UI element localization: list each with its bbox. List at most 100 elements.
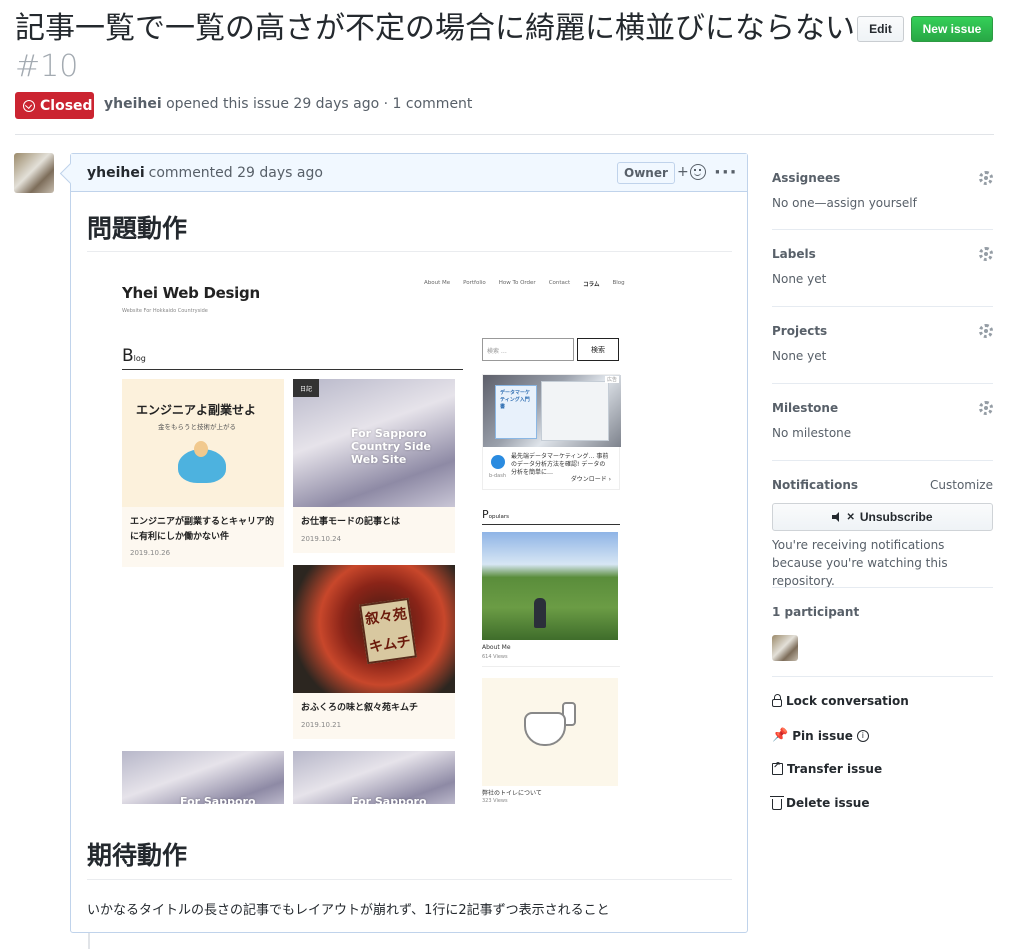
lock-conversation-button[interactable]: Lock conversation	[772, 694, 909, 708]
unsubscribe-label: Unsubscribe	[859, 510, 933, 524]
sidebar-notifications: Notifications Customize	[772, 478, 993, 492]
popular-views: 323 Views	[482, 798, 508, 804]
heading-rule	[87, 879, 732, 880]
toilet-illustration	[524, 712, 566, 746]
milestone-value: No milestone	[772, 426, 852, 440]
mute-icon	[832, 512, 844, 522]
projects-gear-icon[interactable]	[979, 324, 993, 338]
ad-image: データマーケティング入門書 広告	[483, 375, 621, 447]
comment-author-avatar[interactable]	[14, 153, 54, 193]
article-card: 日記 For Sapporo Country Side Web Site お仕事…	[293, 379, 455, 553]
article-card: エンジニアよ副業せよ 金をもらうと技術が上がる エンジニアが副業するとキャリア的…	[122, 379, 284, 567]
projects-value: None yet	[772, 349, 827, 363]
unsubscribe-button[interactable]: ✕ Unsubscribe	[772, 503, 993, 531]
ad-download: ダウンロード ›	[570, 476, 611, 483]
sidebar-divider	[772, 383, 993, 384]
blog-heading-rest: log	[133, 354, 146, 363]
issue-author-link[interactable]: yheihei	[104, 96, 162, 112]
participant-avatar[interactable]	[772, 635, 798, 661]
site-nav-item: About Me	[424, 280, 451, 286]
popular-caption: About Me	[482, 644, 511, 651]
article-thumbnail: 叙々苑 キムチ	[293, 565, 455, 693]
article-date: 2019.10.26	[130, 549, 171, 557]
article-card: For Sapporo	[122, 751, 284, 804]
comment-header: yheihei commented 29 days ago Owner + ··…	[71, 154, 747, 192]
site-nav-item: How To Order	[498, 280, 536, 286]
reaction-plus: +	[677, 164, 689, 180]
article-title: お仕事モードの記事とは	[301, 517, 401, 527]
comment-options-button[interactable]: ···	[714, 162, 738, 183]
article-thumbnail: 日記 For Sapporo Country Side Web Site	[293, 379, 455, 507]
edit-button[interactable]: Edit	[857, 16, 904, 42]
sidebar-assignees: Assignees No one—assign yourself	[772, 171, 993, 210]
add-reaction-button[interactable]: +	[677, 164, 706, 180]
projects-heading: Projects	[772, 324, 828, 338]
expected-text: いかなるタイトルの長さの記事でもレイアウトが崩れず、1行に2記事ずつ表示されるこ…	[87, 903, 610, 918]
sidebar-milestone: Milestone No milestone	[772, 401, 993, 440]
site-search-button: 検索	[577, 338, 619, 361]
milestone-heading: Milestone	[772, 401, 839, 415]
popular-thumbnail-hill	[482, 532, 618, 640]
thumbnail-subtext: 金をもらうと技術が上がる	[158, 423, 236, 431]
milestone-gear-icon[interactable]	[979, 401, 993, 415]
smiley-icon	[689, 164, 706, 180]
sidebar-divider	[772, 460, 993, 461]
populars-heading-initial: P	[482, 508, 489, 521]
transfer-issue-button[interactable]: Transfer issue	[772, 761, 882, 776]
sidebar-divider	[772, 587, 993, 588]
populars-heading: Populars	[482, 508, 509, 521]
info-icon[interactable]: i	[856, 729, 869, 742]
heading-expected: 期待動作	[87, 841, 188, 870]
thumbnail-text: 叙々苑 キムチ	[359, 597, 417, 665]
ad-tag: 広告	[604, 376, 619, 383]
thumbnail-text: For Sapporo	[180, 795, 256, 804]
notifications-reason: You're receiving notifications because y…	[772, 538, 948, 588]
popular-views: 614 Views	[482, 654, 508, 660]
issue-title: 記事一覧で一覧の高さが不定の場合に綺麗に横並びにならない #10	[15, 10, 855, 86]
article-date: 2019.10.21	[301, 721, 342, 729]
labels-value: None yet	[772, 272, 827, 286]
heading-problem: 問題動作	[87, 214, 188, 243]
populars-rule	[482, 524, 620, 525]
labels-heading: Labels	[772, 247, 816, 261]
site-nav-item: Contact	[548, 280, 571, 286]
article-date: 2019.10.24	[301, 535, 342, 543]
delete-issue-button[interactable]: Delete issue	[770, 795, 870, 810]
site-logo: Yhei Web Design	[122, 284, 260, 302]
site-search-input: 検索 …	[482, 338, 574, 361]
assignees-gear-icon[interactable]	[979, 171, 993, 185]
comment-author-link[interactable]: yheihei	[87, 165, 145, 181]
site-nav-item: Portfolio	[463, 280, 486, 286]
issue-number: #10	[15, 49, 79, 84]
mute-x-icon: ✕	[846, 511, 855, 523]
popular-thumbnail-toilet	[482, 678, 618, 786]
delete-issue-label: Delete issue	[786, 796, 870, 810]
ad-book: データマーケティング入門書	[495, 385, 537, 439]
article-thumbnail: For Sapporo	[122, 751, 284, 804]
category-tag: 日記	[293, 379, 319, 397]
blog-heading: Blog	[122, 346, 146, 366]
populars-heading-rest: opulars	[488, 514, 510, 520]
timeline-line	[88, 932, 90, 949]
notifications-customize-link[interactable]: Customize	[930, 478, 993, 492]
pin-issue-button[interactable]: 📌 Pin issue i	[772, 728, 869, 743]
comment-meta-text: commented 29 days ago	[148, 164, 323, 181]
issue-closed-icon	[23, 99, 35, 112]
article-title: エンジニアが副業するとキャリア的に有利にしか働かない件	[130, 517, 275, 542]
thumbnail-text: エンジニアよ副業せよ	[136, 403, 257, 417]
popular-divider	[482, 666, 620, 667]
article-thumbnail: For Sapporo	[293, 751, 455, 804]
person-figure	[534, 598, 546, 628]
article-card: For Sapporo	[293, 751, 455, 804]
thumbnail-text: For Sapporo Country Side Web Site	[351, 427, 432, 466]
site-nav-item: コラム	[583, 282, 600, 288]
new-issue-button[interactable]: New issue	[911, 16, 993, 42]
ad-block: データマーケティング入門書 広告 最先端データマーケティング… 事前のデータ分析…	[482, 374, 621, 490]
issue-title-text: 記事一覧で一覧の高さが不定の場合に綺麗に横並びにならない	[15, 11, 855, 46]
assignees-value[interactable]: No one—assign yourself	[772, 196, 993, 210]
heading-rule	[87, 251, 732, 252]
embedded-screenshot[interactable]: Yhei Web Design Website For Hokkaido Cou…	[116, 264, 676, 804]
issue-state-badge: Closed	[15, 92, 94, 119]
sidebar-divider	[772, 306, 993, 307]
labels-gear-icon[interactable]	[979, 247, 993, 261]
